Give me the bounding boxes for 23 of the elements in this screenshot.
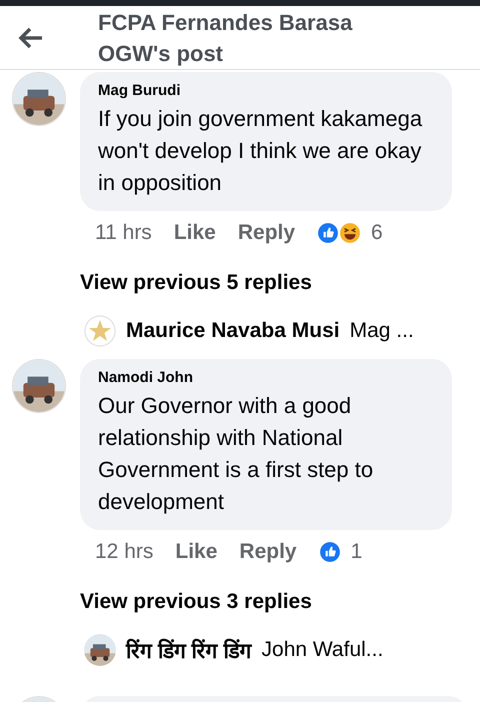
reply-author[interactable]: Maurice Navaba Musi bbox=[126, 319, 340, 343]
view-replies-link[interactable]: View previous 5 replies bbox=[0, 245, 480, 295]
comment-author[interactable]: Namodi John bbox=[98, 369, 434, 386]
reply-link[interactable]: Reply bbox=[238, 221, 296, 245]
like-reaction-icon bbox=[318, 541, 341, 563]
comment-time: 12 hrs bbox=[95, 540, 154, 564]
reply-snippet: John Waful... bbox=[262, 638, 384, 662]
like-link[interactable]: Like bbox=[174, 221, 216, 245]
reaction-count[interactable]: 1 bbox=[350, 540, 362, 564]
comment-text: If you join government kakamega won't develop I think we are okay in opposition bbox=[98, 105, 424, 197]
view-replies-link[interactable]: View previous 3 replies bbox=[0, 564, 480, 614]
like-link[interactable]: Like bbox=[175, 540, 218, 564]
comment-time: 11 hrs bbox=[95, 221, 152, 245]
reply-link[interactable]: Reply bbox=[239, 540, 297, 564]
reply-author[interactable]: रिंग डिंग रिंग डिंग bbox=[126, 636, 252, 664]
comment-text: Our Governor with a good relationship with National Government is a first step to development bbox=[98, 392, 374, 516]
back-arrow-icon[interactable] bbox=[18, 26, 44, 48]
comment-author[interactable]: Mag Burudi bbox=[98, 82, 434, 99]
reply-snippet: Mag ... bbox=[350, 319, 414, 343]
reaction-count[interactable]: 6 bbox=[371, 221, 383, 245]
like-reaction-icon bbox=[317, 222, 340, 244]
laughing-reaction-icon bbox=[339, 222, 362, 244]
page-title: FCPA Fernandes Barasa OGW's post bbox=[98, 8, 354, 68]
